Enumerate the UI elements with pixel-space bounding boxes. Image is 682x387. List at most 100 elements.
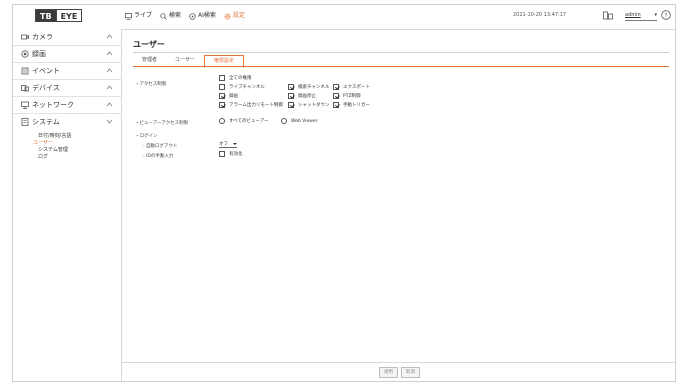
sidebar-submenu-system: 日付/時刻/言語 ユーザー システム管理 ログ (13, 130, 121, 161)
app-window: TB EYE ライブ 検索 AI検索 設定 2021-10-20 13:47:1… (12, 4, 676, 382)
radio-circle (219, 118, 225, 124)
perm-export-checkbox[interactable]: エクスポート (333, 84, 370, 90)
top-nav: ライブ 検索 AI検索 設定 (125, 11, 245, 21)
checkbox-box (333, 93, 339, 99)
sidebar-item-event[interactable]: イベント (13, 63, 121, 80)
viewer-option-label: Web Viewer (291, 118, 318, 124)
perm-label: エクスポート (343, 85, 370, 90)
nav-settings[interactable]: 設定 (224, 11, 245, 21)
sidebar-item-label: デバイス (32, 84, 60, 92)
chevron-up-icon (106, 51, 113, 56)
sidebar-subitem-log[interactable]: ログ (38, 154, 121, 161)
system-icon (21, 118, 29, 126)
sidebar-subitem-system-management[interactable]: システム管理 (38, 147, 121, 154)
perm-label: 録画停止 (298, 94, 316, 99)
viewer-all-radio[interactable]: すべてのビューアー (219, 118, 269, 124)
chevron-up-icon (106, 68, 113, 73)
checkbox-box (288, 93, 294, 99)
perm-label: 録画 (229, 94, 238, 99)
caret-down-icon (233, 142, 237, 145)
ai-search-icon (189, 12, 196, 20)
perm-label: ライブチャンネル (229, 85, 265, 90)
auto-logout-value: オフ (219, 141, 228, 147)
nav-ai-search[interactable]: AI検索 (189, 11, 216, 21)
chevron-up-icon (106, 85, 113, 90)
perm-label: 検索チャンネル (298, 85, 330, 90)
divider (133, 52, 669, 53)
top-bar: TB EYE ライブ 検索 AI検索 設定 2021-10-20 13:47:1… (13, 5, 675, 30)
sidebar-item-network[interactable]: ネットワーク (13, 97, 121, 114)
monitor-icon (125, 12, 132, 20)
perm-search-channel-checkbox[interactable]: 検索チャンネル (288, 84, 329, 90)
chevron-down-icon (106, 119, 113, 124)
checkbox-box (219, 75, 225, 81)
record-icon (21, 50, 29, 58)
apply-button[interactable]: 適用 (379, 367, 398, 378)
perm-ptz-checkbox[interactable]: PTZ制御 (333, 93, 361, 99)
viewer-access-label: ・ビューアーアクセス制限 (135, 121, 189, 126)
help-icon[interactable]: ? (661, 10, 671, 20)
camera-icon (21, 34, 29, 40)
viewer-web-radio[interactable]: Web Viewer (281, 118, 318, 124)
perm-alarm-out-checkbox[interactable]: アラーム出力リモート制御 (219, 102, 283, 108)
perm-all-label: 全ての権限 (229, 76, 252, 81)
network-icon (21, 101, 29, 109)
sidebar-item-label: ネットワーク (32, 101, 74, 109)
nav-live[interactable]: ライブ (125, 11, 152, 21)
user-select[interactable]: admin ▾ (625, 10, 657, 21)
datetime: 2021-10-20 13:47:17 (513, 12, 567, 18)
cancel-button[interactable]: 取消 (401, 367, 420, 378)
login-label: ・ログイン (135, 134, 158, 139)
perm-label: シャットダウン (298, 103, 330, 108)
perm-all-checkbox[interactable]: 全ての権限 (219, 75, 252, 81)
nav-live-label: ライブ (134, 12, 153, 19)
manual-login-value: 有効化 (229, 152, 243, 157)
auto-logout-select[interactable]: オフ (219, 140, 237, 148)
sidebar-item-record[interactable]: 録画 (13, 46, 121, 63)
checkbox-box (219, 102, 225, 108)
perm-record-checkbox[interactable]: 録画 (219, 93, 238, 99)
chevron-up-icon (106, 34, 113, 39)
manual-login-checkbox[interactable]: 有効化 (219, 151, 243, 157)
perm-label: PTZ制御 (343, 94, 361, 99)
device-icon (21, 85, 29, 92)
divider (133, 66, 669, 67)
logo-right: EYE (56, 9, 83, 22)
sidebar-subitem-datetime-language[interactable]: 日付/時刻/言語 (38, 133, 121, 140)
sidebar: カメラ 録画 イベント デバイス ネットワーク システム 日付/時刻/言語 ユー… (13, 29, 122, 381)
sidebar-item-camera[interactable]: カメラ (13, 29, 121, 46)
checkbox-box (219, 84, 225, 90)
perm-label: 手動トリガー (343, 103, 370, 108)
sidebar-item-label: 録画 (32, 50, 46, 58)
tab-user[interactable]: ユーザー (166, 55, 204, 66)
perm-shutdown-checkbox[interactable]: シャットダウン (288, 102, 330, 108)
main-panel: ユーザー 管理者 ユーザー 権限設定 ・アクセス制限 全ての権限 ライブチャンネ… (121, 29, 675, 381)
nav-search-label: 検索 (169, 12, 182, 19)
access-restriction-label: ・アクセス制限 (135, 82, 167, 87)
sidebar-item-device[interactable]: デバイス (13, 80, 121, 97)
auto-logout-label: - 自動ログアウト (143, 144, 178, 149)
bottom-bar: 適用 取消 (121, 362, 675, 381)
checkbox-box (288, 102, 294, 108)
perm-record-stop-checkbox[interactable]: 録画停止 (288, 93, 316, 99)
sidebar-item-label: システム (32, 118, 60, 126)
tab-admin[interactable]: 管理者 (133, 55, 166, 66)
checkbox-box (333, 84, 339, 90)
perm-live-channel-checkbox[interactable]: ライブチャンネル (219, 84, 265, 90)
manual-login-label: - IDの手動入力 (143, 154, 174, 159)
perm-manual-trigger-checkbox[interactable]: 手動トリガー (333, 102, 370, 108)
logo-left: TB (35, 9, 57, 22)
page-title: ユーザー (133, 40, 165, 49)
sidebar-subitem-user[interactable]: ユーザー (33, 140, 121, 147)
event-icon (21, 67, 29, 75)
checkbox-box (288, 84, 294, 90)
perm-label: アラーム出力リモート制御 (229, 103, 283, 108)
sidebar-item-label: イベント (32, 67, 60, 75)
nav-search[interactable]: 検索 (160, 11, 181, 21)
svg-text:?: ? (664, 12, 667, 19)
chevron-down-icon: ▾ (654, 12, 657, 18)
checkbox-box (333, 102, 339, 108)
sidebar-item-system[interactable]: システム (13, 114, 121, 130)
hdd-icon[interactable] (603, 11, 613, 20)
sidebar-item-label: カメラ (32, 33, 53, 41)
